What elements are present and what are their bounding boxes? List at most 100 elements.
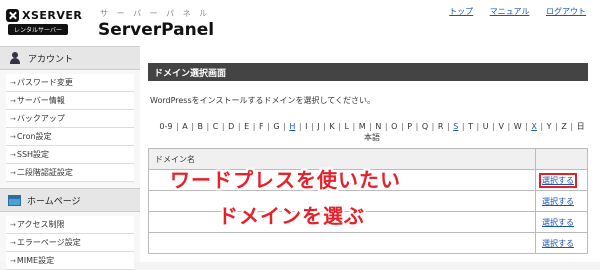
arrow-icon: → [10, 168, 16, 177]
arrow-icon: → [10, 256, 16, 265]
arrow-icon: → [10, 238, 16, 247]
alphabet-filter-F: F [258, 122, 264, 131]
alphabet-separator: | [335, 122, 344, 131]
nav-manual-link[interactable]: マニュアル [490, 7, 530, 16]
alphabet-filter-V: V [498, 122, 504, 131]
alphabet-separator: | [264, 122, 273, 131]
table-row: 選択する [148, 190, 588, 212]
sidebar-item-ssh[interactable]: → SSH設定 [6, 146, 134, 164]
sidebar-item-label: Cron設定 [16, 132, 52, 141]
table-row: 選択する [148, 232, 588, 254]
section-title: ホームページ [27, 196, 81, 207]
alphabet-filter-L: L [344, 122, 349, 131]
sidebar: アカウント → パスワード変更 → サーバー情報 → バックアップ → Cron設定 →… [0, 46, 140, 270]
main-content: ドメイン選択画面 WordPressをインストールするドメインを選択してください… [140, 46, 600, 262]
alphabet-filter-W: W [513, 122, 522, 131]
alphabet-separator: | [308, 122, 317, 131]
alphabet-filter-E: E [244, 122, 250, 131]
select-domain-button[interactable]: 選択する [542, 218, 574, 227]
product-title: サ ー バ ー パ ネ ル ServerPanel [98, 8, 214, 40]
domain-cell [148, 232, 536, 254]
select-domain-button[interactable]: 選択する [539, 172, 577, 188]
alphabet-filter-R: R [437, 122, 444, 131]
arrow-icon: → [10, 114, 16, 123]
xserver-logo[interactable]: XSERVER レンタルサーバー [6, 9, 90, 35]
alphabet-filter-N: N [375, 122, 382, 131]
section-title: アカウント [28, 54, 74, 65]
sidebar-item-password[interactable]: → パスワード変更 [6, 74, 134, 92]
sidebar-item-2fa[interactable]: → 二段階認証設定 [6, 164, 134, 182]
alphabet-separator: | [366, 122, 375, 131]
alphabet-separator: | [235, 122, 244, 131]
sidebar-section-account: アカウント [0, 46, 140, 70]
alphabet-separator: | [537, 122, 546, 131]
alphabet-separator: | [504, 122, 513, 131]
arrow-icon: → [10, 220, 16, 229]
alphabet-separator: | [552, 122, 561, 131]
alphabet-filter-J: J [317, 122, 320, 131]
alphabet-separator: | [296, 122, 305, 131]
alphabet-filter-T: T [468, 122, 474, 131]
webpage-icon [8, 194, 21, 206]
sidebar-item-access-restriction[interactable]: → アクセス制限 [6, 216, 134, 234]
alphabet-separator: | [459, 122, 468, 131]
nav-logout-link[interactable]: ログアウト [546, 7, 586, 16]
logo-text: XSERVER [22, 9, 83, 22]
sidebar-item-label: MIME設定 [16, 256, 55, 265]
annotation-line-1: ワードプレスを使いたい [170, 168, 401, 192]
alphabet-filter: 0-9 | A | B | C | D | E | F | G | H | I … [148, 121, 588, 143]
alphabet-filter-K: K [329, 122, 335, 131]
select-domain-button[interactable]: 選択する [542, 197, 574, 206]
sidebar-item-server-info[interactable]: → サーバー情報 [6, 92, 134, 110]
alphabet-filter-U: U [482, 122, 489, 131]
person-icon [8, 52, 22, 64]
arrow-icon: → [10, 150, 16, 159]
product-name: ServerPanel [98, 20, 215, 40]
alphabet-separator: | [567, 122, 576, 131]
alphabet-separator: | [219, 122, 228, 131]
alphabet-separator: | [173, 122, 182, 131]
sidebar-item-label: エラーページ設定 [16, 238, 81, 247]
alphabet-separator: | [188, 122, 197, 131]
alphabet-separator: | [320, 122, 329, 131]
alphabet-separator: | [382, 122, 391, 131]
alphabet-separator: | [349, 122, 358, 131]
alphabet-separator: | [250, 122, 258, 131]
annotation-line-2: ドメインを選ぶ [218, 204, 365, 228]
alphabet-separator: | [444, 122, 453, 131]
instruction-text: WordPressをインストールするドメインを選択してください。 [150, 96, 375, 105]
alphabet-filter-0-9: 0-9 [159, 122, 173, 131]
alphabet-filter-H[interactable]: H [289, 122, 295, 131]
sidebar-item-label: アクセス制限 [16, 220, 65, 229]
sidebar-item-mime[interactable]: → MIME設定 [6, 252, 134, 270]
arrow-icon: → [10, 78, 16, 87]
product-kana: サ ー バ ー パ ネ ル [100, 9, 211, 18]
nav-top-link[interactable]: トップ [449, 7, 473, 16]
arrow-icon: → [10, 96, 16, 105]
sidebar-item-label: バックアップ [16, 114, 65, 123]
page-title: ドメイン選択画面 [148, 63, 588, 81]
alphabet-separator: | [280, 122, 289, 131]
arrow-icon: → [10, 132, 16, 141]
alphabet-filter-M: M [358, 122, 366, 131]
alphabet-filter-C: C [212, 122, 219, 131]
alphabet-separator: | [489, 122, 498, 131]
alphabet-filter-Z: Z [561, 122, 567, 131]
select-domain-button[interactable]: 選択する [542, 239, 574, 248]
alphabet-separator: | [413, 122, 421, 131]
alphabet-filter-X[interactable]: X [531, 122, 536, 131]
alphabet-separator: | [522, 122, 531, 131]
alphabet-filter-B: B [197, 122, 204, 131]
sidebar-item-label: サーバー情報 [16, 96, 65, 105]
logo-subtitle: レンタルサーバー [8, 24, 68, 35]
alphabet-filter-P: P [407, 122, 413, 131]
alphabet-filter-S[interactable]: S [453, 122, 458, 131]
alphabet-filter-G: G [273, 122, 280, 131]
sidebar-item-cron[interactable]: → Cron設定 [6, 128, 134, 146]
sidebar-section-homepage: ホームページ [0, 188, 140, 212]
sidebar-item-error-page[interactable]: → エラーページ設定 [6, 234, 134, 252]
sidebar-item-label: SSH設定 [16, 150, 50, 159]
sidebar-item-backup[interactable]: → バックアップ [6, 110, 134, 128]
table-row: 選択する [148, 211, 588, 233]
xserver-x-icon [6, 9, 19, 22]
